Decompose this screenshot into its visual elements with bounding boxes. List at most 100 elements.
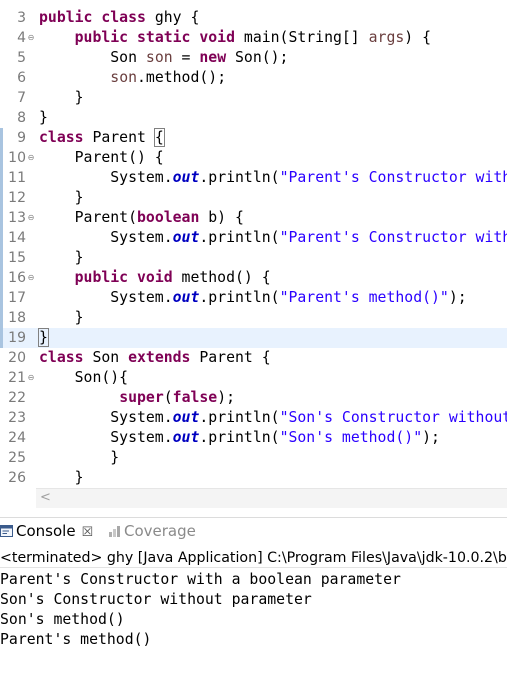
code-line[interactable]: 4 ⊖ public static void main(String[] args… bbox=[0, 28, 507, 48]
code-text: super(false); bbox=[39, 388, 235, 408]
console-icon bbox=[0, 525, 13, 537]
code-line[interactable]: 7 } bbox=[0, 88, 507, 108]
code-token: ); bbox=[217, 389, 236, 406]
code-text: } bbox=[39, 88, 84, 108]
code-line[interactable]: 13 ⊖ Parent(boolean b) { bbox=[0, 208, 507, 228]
tab-coverage-label: Coverage bbox=[124, 522, 196, 540]
code-line[interactable]: 3 public class ghy { bbox=[0, 8, 507, 28]
line-number: 21 bbox=[8, 370, 26, 386]
code-line[interactable]: 23 System.out.println("Son's Constructor… bbox=[0, 408, 507, 428]
code-line[interactable]: 12 } bbox=[0, 188, 507, 208]
code-line[interactable]: 22 super(false); bbox=[0, 388, 507, 408]
code-token: class bbox=[39, 349, 84, 366]
code-line[interactable]: 17 System.out.println("Parent's method()… bbox=[0, 288, 507, 308]
code-line[interactable]: 5 Son son = new Son(); bbox=[0, 48, 507, 68]
line-number: 15 bbox=[8, 250, 26, 266]
code-token: System. bbox=[39, 289, 173, 306]
console-description: <terminated> ghy [Java Application] C:\P… bbox=[0, 550, 507, 568]
code-line[interactable]: 20 class Son extends Parent { bbox=[0, 348, 507, 368]
code-line[interactable]: 18 } bbox=[0, 308, 507, 328]
code-token: out bbox=[172, 289, 200, 306]
horizontal-scrollbar[interactable]: < bbox=[36, 488, 507, 508]
code-line[interactable]: 24 System.out.println("Son's method()"); bbox=[0, 428, 507, 448]
code-text: } bbox=[39, 308, 84, 328]
fold-toggle-icon[interactable]: ⊖ bbox=[26, 153, 36, 163]
line-number: 19 bbox=[8, 330, 26, 346]
code-token: ( bbox=[163, 389, 173, 406]
code-text: public void method() { bbox=[39, 268, 271, 288]
code-token: ); bbox=[422, 429, 440, 446]
tab-console[interactable]: Console ☒ bbox=[0, 518, 93, 544]
code-line[interactable]: 9 class Parent { bbox=[0, 128, 507, 148]
code-token: ) { bbox=[404, 29, 432, 46]
code-token: } bbox=[38, 328, 49, 347]
code-text: Son son = new Son(); bbox=[39, 48, 288, 68]
code-line[interactable]: 10 ⊖ Parent() { bbox=[0, 148, 507, 168]
tab-coverage[interactable]: Coverage bbox=[108, 518, 196, 544]
code-line[interactable]: 14 System.out.println("Parent's Construc… bbox=[0, 228, 507, 248]
code-line[interactable]: 11 System.out.println("Parent's Construc… bbox=[0, 168, 507, 188]
code-text: public class ghy { bbox=[39, 8, 199, 28]
code-token: "Parent's method()" bbox=[279, 289, 449, 306]
code-token: out bbox=[172, 229, 200, 246]
code-token: Son(){ bbox=[39, 369, 129, 386]
code-token: extends bbox=[128, 349, 191, 366]
line-number: 12 bbox=[8, 190, 26, 206]
code-token: } bbox=[39, 189, 84, 206]
code-token: "Parent's Constructor with a boolean par… bbox=[279, 229, 507, 246]
code-line[interactable]: 21 ⊖ Son(){ bbox=[0, 368, 507, 388]
code-token: b) { bbox=[199, 209, 244, 226]
console-output[interactable]: Parent's Constructor with a boolean para… bbox=[0, 570, 507, 650]
code-token: .println( bbox=[199, 169, 280, 186]
line-number: 9 bbox=[17, 130, 26, 146]
fold-toggle-icon[interactable]: ⊖ bbox=[26, 33, 36, 43]
code-token: System. bbox=[39, 229, 173, 246]
code-line[interactable]: 15 } bbox=[0, 248, 507, 268]
fold-toggle-icon[interactable]: ⊖ bbox=[26, 213, 36, 223]
code-token: public void bbox=[74, 269, 173, 286]
code-token: Parent bbox=[83, 129, 155, 146]
code-line[interactable]: 26 } bbox=[0, 468, 507, 488]
code-token: main(String[] bbox=[235, 29, 369, 46]
close-icon[interactable]: ☒ bbox=[82, 525, 94, 540]
code-token: .println( bbox=[199, 289, 280, 306]
code-token: .println( bbox=[199, 229, 280, 246]
code-editor[interactable]: 3 public class ghy {4 ⊖ public static void… bbox=[0, 0, 507, 488]
code-text: System.out.println("Parent's Constructor… bbox=[39, 168, 507, 188]
fold-toggle-icon[interactable]: ⊖ bbox=[26, 273, 36, 283]
code-token: out bbox=[172, 169, 200, 186]
code-token: son bbox=[110, 69, 138, 86]
code-line[interactable]: 25 } bbox=[0, 448, 507, 468]
console-output-line: Son's Constructor without parameter bbox=[0, 591, 312, 608]
code-token: Son(); bbox=[226, 49, 289, 66]
text-caret bbox=[47, 329, 49, 345]
code-line[interactable]: 16 ⊖ public void method() { bbox=[0, 268, 507, 288]
line-number: 5 bbox=[17, 50, 26, 66]
code-token: ghy { bbox=[145, 9, 200, 26]
code-token: public static void bbox=[74, 29, 235, 46]
view-tab-bar: Console ☒ Coverage bbox=[0, 517, 507, 543]
line-number: 16 bbox=[8, 270, 26, 286]
code-token: Son bbox=[83, 349, 129, 366]
console-output-line: Parent's Constructor with a boolean para… bbox=[0, 571, 401, 588]
fold-toggle-icon[interactable]: ⊖ bbox=[26, 373, 36, 383]
scroll-left-arrow-icon[interactable]: < bbox=[40, 490, 51, 505]
code-token: System. bbox=[39, 409, 173, 426]
line-number: 17 bbox=[8, 290, 26, 306]
line-number: 6 bbox=[17, 70, 26, 86]
code-line[interactable]: 19} bbox=[0, 328, 507, 348]
code-token: class bbox=[39, 129, 84, 146]
code-token: method() { bbox=[172, 269, 271, 286]
code-text: } bbox=[39, 188, 84, 208]
code-line[interactable]: 6 son.method(); bbox=[0, 68, 507, 88]
code-token: Parent( bbox=[39, 209, 137, 226]
line-number: 13 bbox=[8, 210, 26, 226]
code-token: "Parent's Constructor without parameter"… bbox=[279, 169, 507, 186]
code-line[interactable]: 8} bbox=[0, 108, 507, 128]
code-token: } bbox=[39, 469, 84, 486]
line-number: 4 bbox=[17, 30, 26, 46]
code-text: System.out.println("Parent's method()"); bbox=[39, 288, 466, 308]
code-token: .method(); bbox=[137, 69, 227, 86]
